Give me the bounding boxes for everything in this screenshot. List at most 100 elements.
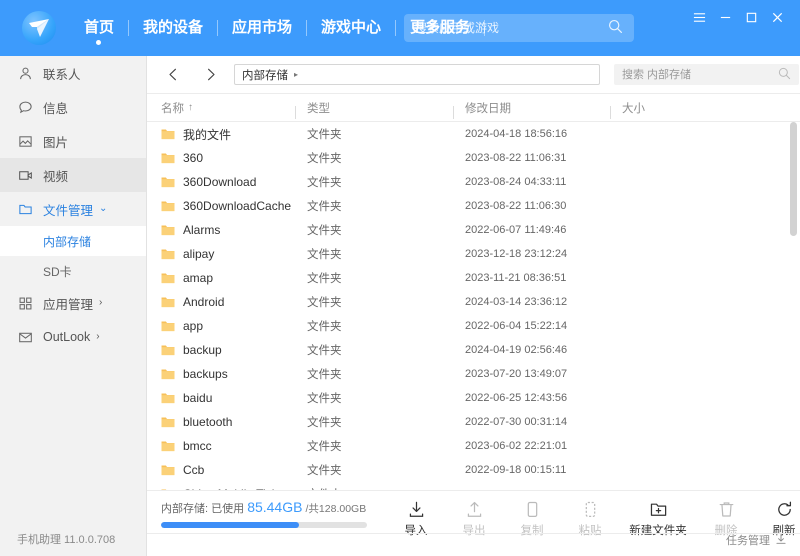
export-button[interactable]: 导出 <box>445 497 503 538</box>
footer-divider <box>147 533 800 534</box>
file-date: 2022-06-07 11:49:46 <box>465 224 567 236</box>
sidebar-item-file-management[interactable]: 文件管理 ⌄ <box>0 192 146 226</box>
sidebar-item-outlook[interactable]: OutLook › <box>0 320 146 354</box>
message-icon <box>17 99 33 115</box>
file-type: 文件夹 <box>307 129 342 141</box>
scrollbar-thumb[interactable] <box>790 122 797 236</box>
chevron-right-icon: › <box>99 297 103 308</box>
task-manager-label: 任务管理 <box>726 535 770 547</box>
file-date: 2024-03-14 23:36:12 <box>465 296 568 308</box>
folder-icon <box>161 417 175 428</box>
nav-label: 游戏中心 <box>321 19 382 36</box>
directory-search-box[interactable] <box>614 64 799 85</box>
back-button[interactable] <box>160 62 186 88</box>
refresh-icon <box>775 497 794 519</box>
table-row[interactable]: backup 文件夹 2024-04-19 02:56:46 <box>147 338 800 362</box>
copy-button[interactable]: 复制 <box>503 497 561 538</box>
file-type: 文件夹 <box>307 321 342 333</box>
cell-type: 文件夹 <box>295 126 453 142</box>
file-type: 文件夹 <box>307 201 342 213</box>
table-row[interactable]: app 文件夹 2022-06-04 15:22:14 <box>147 314 800 338</box>
sidebar-subitem-internal-storage[interactable]: 内部存储 <box>0 226 146 256</box>
cell-name: Android <box>147 295 295 309</box>
column-header-type[interactable]: 类型 <box>295 100 453 119</box>
table-row[interactable]: Android 文件夹 2024-03-14 23:36:12 <box>147 290 800 314</box>
sort-ascending-icon: ↑ <box>188 102 193 113</box>
table-row[interactable]: alipay 文件夹 2023-12-18 23:12:24 <box>147 242 800 266</box>
folder-icon <box>161 345 175 356</box>
file-date: 2023-11-21 08:36:51 <box>465 272 567 284</box>
sidebar-subitem-sd-card[interactable]: SD卡 <box>0 256 146 286</box>
nav-item-game-center[interactable]: 游戏中心 <box>307 0 395 56</box>
folder-icon <box>161 441 175 452</box>
cell-date: 2022-06-04 15:22:14 <box>453 320 610 332</box>
table-row[interactable]: 360DownloadCache 文件夹 2023-08-22 11:06:30 <box>147 194 800 218</box>
cell-name: bmcc <box>147 439 295 453</box>
paste-icon <box>581 497 600 519</box>
table-row[interactable]: bmcc 文件夹 2023-06-02 22:21:01 <box>147 434 800 458</box>
file-type: 文件夹 <box>307 273 342 285</box>
table-row[interactable]: 我的文件 文件夹 2024-04-18 18:56:16 <box>147 122 800 146</box>
cell-name: bluetooth <box>147 415 295 429</box>
sidebar-item-messages[interactable]: 信息 <box>0 90 146 124</box>
folder-icon <box>161 153 175 164</box>
new-folder-button[interactable]: 新建文件夹 <box>619 497 697 538</box>
column-header-size[interactable]: 大小 <box>610 100 730 119</box>
cell-type: 文件夹 <box>295 462 453 478</box>
cell-type: 文件夹 <box>295 174 453 190</box>
paste-button[interactable]: 粘贴 <box>561 497 619 538</box>
sidebar-item-label: 视频 <box>43 169 69 184</box>
file-name: alipay <box>183 247 215 261</box>
table-row[interactable]: bluetooth 文件夹 2022-07-30 00:31:14 <box>147 410 800 434</box>
cell-name: baidu <box>147 391 295 405</box>
minimize-button[interactable] <box>712 4 738 30</box>
folder-icon <box>161 201 175 212</box>
sidebar-item-app-management[interactable]: 应用管理 › <box>0 286 146 320</box>
table-row[interactable]: amap 文件夹 2023-11-21 08:36:51 <box>147 266 800 290</box>
sidebar-item-pictures[interactable]: 图片 <box>0 124 146 158</box>
vertical-scrollbar[interactable] <box>790 122 797 490</box>
table-row[interactable]: Alarms 文件夹 2022-06-07 11:49:46 <box>147 218 800 242</box>
cell-type: 文件夹 <box>295 222 453 238</box>
sidebar-item-label: 文件管理 <box>43 203 94 218</box>
breadcrumb-path[interactable]: 内部存储 <box>235 67 288 83</box>
table-row[interactable]: 360Download 文件夹 2023-08-24 04:33:11 <box>147 170 800 194</box>
import-button[interactable]: 导入 <box>387 497 445 538</box>
cell-name: 我的文件 <box>147 126 295 143</box>
column-header-name[interactable]: 名称 ↑ <box>147 100 295 116</box>
table-row[interactable]: Ccb 文件夹 2022-09-18 00:15:11 <box>147 458 800 482</box>
sidebar-item-videos[interactable]: 视频 <box>0 158 146 192</box>
nav-item-my-device[interactable]: 我的设备 <box>129 0 217 56</box>
menu-button[interactable] <box>686 4 712 30</box>
table-row[interactable]: baidu 文件夹 2022-06-25 12:43:56 <box>147 386 800 410</box>
file-date: 2023-08-22 11:06:30 <box>465 200 567 212</box>
cell-date: 2023-08-22 11:06:30 <box>453 200 610 212</box>
chevron-down-icon: ⌄ <box>99 203 108 214</box>
directory-search-input[interactable] <box>614 67 778 82</box>
cell-type: 文件夹 <box>295 438 453 454</box>
breadcrumb[interactable]: 内部存储 ▸ <box>234 64 600 85</box>
table-row[interactable]: 360 文件夹 2023-08-22 11:06:31 <box>147 146 800 170</box>
sidebar-item-label: 信息 <box>43 101 69 116</box>
app-search-input[interactable] <box>404 20 608 36</box>
sidebar-subitem-label: 内部存储 <box>43 234 92 249</box>
close-button[interactable] <box>764 4 790 30</box>
maximize-button[interactable] <box>738 4 764 30</box>
nav-label: 我的设备 <box>143 19 204 36</box>
file-type: 文件夹 <box>307 225 342 237</box>
forward-button[interactable] <box>197 62 223 88</box>
task-manager-button[interactable]: 任务管理 <box>726 532 787 548</box>
app-search-box[interactable] <box>404 14 634 42</box>
nav-item-app-market[interactable]: 应用市场 <box>218 0 306 56</box>
sidebar-item-contacts[interactable]: 联系人 <box>0 56 146 90</box>
table-row[interactable]: China Mobile Ticket文件夹 <box>147 482 800 490</box>
cell-date: 2023-12-18 23:12:24 <box>453 248 610 260</box>
column-divider <box>295 105 296 119</box>
table-row[interactable]: backups 文件夹 2023-07-20 13:49:07 <box>147 362 800 386</box>
file-type: 文件夹 <box>307 441 342 453</box>
column-header-date[interactable]: 修改日期 <box>453 100 610 119</box>
apps-icon <box>17 295 33 311</box>
file-date: 2022-07-30 00:31:14 <box>465 416 568 428</box>
sidebar-item-label: 联系人 <box>43 67 81 82</box>
nav-item-home[interactable]: 首页 <box>70 0 128 56</box>
